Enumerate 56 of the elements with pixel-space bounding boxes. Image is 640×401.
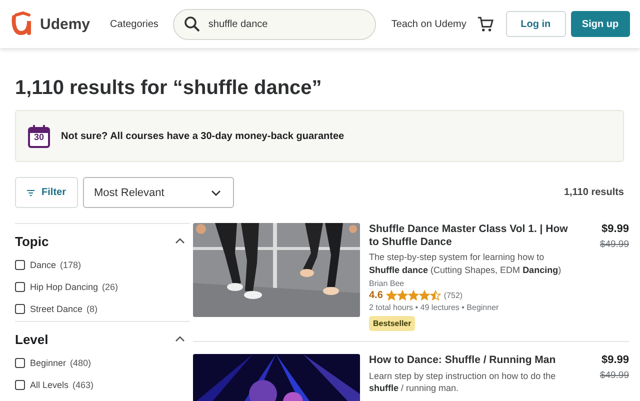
teach-link[interactable]: Teach on Udemy xyxy=(391,18,466,30)
checkbox[interactable] xyxy=(15,282,25,292)
original-price: $49.99 xyxy=(600,239,629,250)
course-description: The step-by-step system for learning how to Shuffle dance (Cutting Shapes, EDM Dancing) xyxy=(369,251,562,276)
price: $9.99 xyxy=(601,223,629,235)
option-label[interactable]: Street Dance xyxy=(30,304,83,314)
filter-button[interactable]: Filter xyxy=(15,177,78,208)
original-price: $49.99 xyxy=(600,370,629,382)
signup-button[interactable]: Sign up xyxy=(570,11,630,37)
option-count: (178) xyxy=(60,260,82,270)
checkbox[interactable] xyxy=(15,380,25,390)
star-icon xyxy=(386,290,397,302)
categories-link[interactable]: Categories xyxy=(110,18,158,30)
checkbox[interactable] xyxy=(15,260,25,270)
course-description: Learn step by step instruction on how to do the shuffle / running man. xyxy=(369,370,557,395)
price: $9.99 xyxy=(601,354,629,366)
review-count: (752) xyxy=(444,291,463,300)
checkbox[interactable] xyxy=(15,304,25,314)
option-count: (8) xyxy=(86,304,98,314)
bestseller-badge: Bestseller xyxy=(369,316,416,332)
option-count: (26) xyxy=(102,282,118,292)
filter-icon xyxy=(27,188,35,198)
star-icon xyxy=(418,290,430,302)
course-title[interactable]: How to Dance: Shuffle / Running Man xyxy=(369,354,569,368)
filter-section-header[interactable]: Topic xyxy=(15,231,190,251)
course-title[interactable]: Shuffle Dance Master Class Vol 1. | How to Shuffle Dance xyxy=(369,223,569,250)
search-icon xyxy=(184,16,200,32)
checkbox[interactable] xyxy=(15,358,25,368)
cart-icon[interactable] xyxy=(477,15,494,33)
rating-value: 4.6 xyxy=(369,290,383,302)
filter-section-header[interactable]: Level xyxy=(15,329,190,349)
calendar-icon xyxy=(28,124,50,148)
results-count: 1,110 results xyxy=(564,187,624,198)
filter-title: Topic xyxy=(15,234,49,248)
filter-title: Level xyxy=(15,332,48,346)
guarantee-text: Not sure? All courses have a 30-day money-back guarantee xyxy=(61,130,344,142)
option-label[interactable]: Hip Hop Dancing xyxy=(30,282,98,292)
results-heading: 1,110 results for “shuffle dance” xyxy=(15,77,323,100)
login-button[interactable]: Log in xyxy=(506,11,566,37)
chevron-down-icon xyxy=(211,190,221,196)
logo-text[interactable]: Udemy xyxy=(40,16,90,32)
search-input[interactable]: shuffle dance xyxy=(208,18,358,30)
sort-dropdown[interactable]: Most Relevant xyxy=(83,177,234,208)
option-label[interactable]: Beginner xyxy=(30,358,66,368)
search-field[interactable]: shuffle dance xyxy=(173,8,376,40)
star-icon xyxy=(430,290,441,302)
star-icon xyxy=(396,290,408,302)
star-icon xyxy=(408,290,419,302)
option-count: (480) xyxy=(70,358,92,368)
option-label[interactable]: All Levels xyxy=(30,380,69,390)
course-details: 2 total hours • 49 lectures • Beginner xyxy=(369,303,500,312)
calendar-day: 30 xyxy=(28,133,50,142)
option-count: (463) xyxy=(72,380,94,390)
instructor-name: Brian Bee xyxy=(369,279,406,288)
sort-label: Most Relevant xyxy=(94,186,164,198)
option-label[interactable]: Dance xyxy=(30,260,56,270)
